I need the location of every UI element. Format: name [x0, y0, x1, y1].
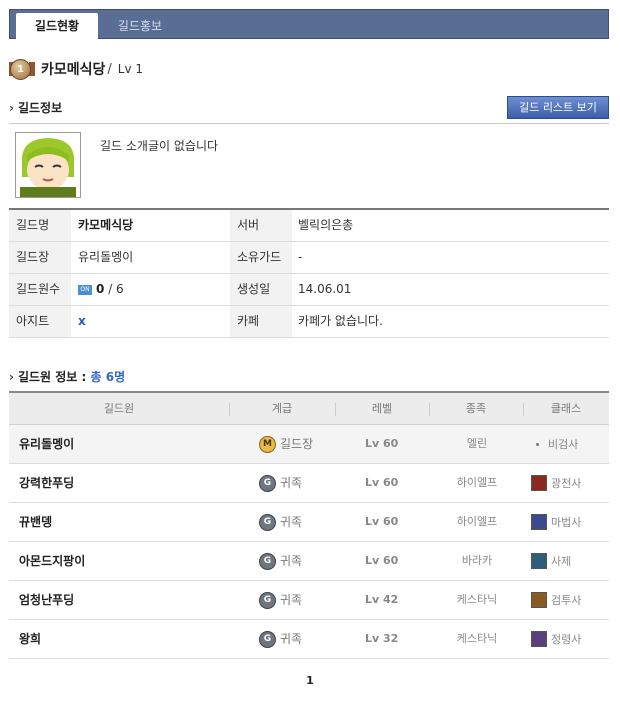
- member-level: Lv 32: [365, 632, 399, 645]
- member-class: 사제: [531, 542, 571, 580]
- col-header-race: 종족: [465, 402, 487, 415]
- guild-title-separator: /: [107, 61, 112, 77]
- col-header-level: 레벨: [371, 402, 393, 415]
- label-server: 서버: [230, 210, 292, 241]
- noble-rank-icon: G: [259, 630, 276, 648]
- tab-guild-promotion[interactable]: 길드홍보: [102, 13, 178, 40]
- member-rank: G 귀족: [259, 503, 302, 541]
- value-agit: x: [78, 314, 86, 328]
- value-server: 벨릭의은총: [298, 218, 354, 232]
- member-level: Lv 60: [365, 476, 399, 489]
- member-name[interactable]: 뀨밴뎅: [19, 503, 52, 541]
- table-row[interactable]: 왕희 G 귀족 Lv 32 케스타닉 정령사: [9, 620, 609, 659]
- col-header-member: 길드원: [103, 402, 135, 415]
- pagination: 1: [0, 674, 620, 687]
- member-table-header: 길드원 계급 레벨 종족 클래스: [9, 393, 609, 425]
- chevron-right-icon: ›: [9, 101, 14, 115]
- member-level: Lv 60: [365, 437, 399, 450]
- guild-master-icon: M: [259, 435, 276, 453]
- member-name[interactable]: 왕희: [19, 620, 41, 658]
- guild-name: 카모메식당: [41, 62, 106, 78]
- chevron-right-icon: ›: [9, 370, 14, 384]
- members-heading: › 길드원 정보 : 총 6명: [9, 370, 126, 384]
- noble-rank-icon: G: [259, 591, 276, 609]
- guild-title: 1 카모메식당 / Lv 1: [9, 58, 143, 80]
- label-created-date: 생성일: [230, 274, 292, 305]
- member-name[interactable]: 엄청난푸딩: [19, 581, 74, 619]
- guild-list-button[interactable]: 길드 리스트 보기: [507, 96, 609, 119]
- member-race: 하이엘프: [456, 515, 498, 528]
- member-class: 정령사: [531, 620, 581, 658]
- member-name[interactable]: 유리돌멩이: [19, 425, 74, 463]
- member-race: 케스타닉: [456, 593, 498, 606]
- guild-rank-medal-icon: 1: [9, 58, 35, 80]
- label-member-count: 길드원수: [9, 274, 71, 305]
- warrior-class-icon: [531, 592, 547, 608]
- col-header-rank: 계급: [271, 402, 293, 415]
- label-agit: 아지트: [9, 306, 71, 337]
- tab-bar: 길드현황 길드홍보: [9, 9, 609, 40]
- online-count: 0: [96, 282, 105, 296]
- member-class: 비검사: [531, 425, 578, 463]
- member-rank: G 귀족: [259, 542, 302, 580]
- value-owned-guard: -: [298, 250, 303, 264]
- member-total-count: 총 6명: [90, 370, 126, 384]
- value-guild-leader: 유리돌멩이: [78, 250, 134, 264]
- member-level: Lv 60: [365, 515, 399, 528]
- member-level: Lv 60: [365, 554, 399, 567]
- member-rank: G 귀족: [259, 581, 302, 619]
- noble-rank-icon: G: [259, 552, 276, 570]
- label-owned-guard: 소유가드: [230, 242, 292, 273]
- member-class: 검투사: [531, 581, 581, 619]
- guild-level: Lv 1: [117, 62, 144, 76]
- member-name[interactable]: 아몬드지팡이: [19, 542, 85, 580]
- member-race: 바라카: [461, 554, 493, 567]
- member-level: Lv 42: [365, 593, 399, 606]
- tab-guild-status[interactable]: 길드현황: [16, 13, 98, 40]
- label-guild-leader: 길드장: [9, 242, 71, 273]
- member-table: 길드원 계급 레벨 종족 클래스 유리돌멩이 M 길드장 Lv 60 엘린 비검사…: [9, 391, 609, 659]
- member-rank: M 길드장: [259, 425, 313, 463]
- guild-intro-text: 길드 소개글이 없습니다: [100, 139, 219, 153]
- value-member-count: ON 0 / 6: [78, 274, 124, 305]
- table-row[interactable]: 엄청난푸딩 G 귀족 Lv 42 케스타닉 검투사: [9, 581, 609, 620]
- total-count: / 6: [108, 282, 124, 296]
- info-row-members: 길드원수 ON 0 / 6 생성일 14.06.01: [9, 274, 609, 306]
- info-row-leader: 길드장 유리돌멩이 소유가드 -: [9, 242, 609, 274]
- guild-info-heading: › 길드정보: [9, 101, 63, 115]
- table-row[interactable]: 뀨밴뎅 G 귀족 Lv 60 하이엘프 마법사: [9, 503, 609, 542]
- member-race: 하이엘프: [456, 476, 498, 489]
- online-badge-icon: ON: [78, 284, 92, 295]
- table-row[interactable]: 아몬드지팡이 G 귀족 Lv 60 바라카 사제: [9, 542, 609, 581]
- noble-rank-icon: G: [259, 474, 276, 492]
- member-name[interactable]: 강력한푸딩: [19, 464, 74, 502]
- member-race: 엘린: [466, 437, 488, 450]
- bullet-icon: [536, 442, 539, 446]
- member-rank: G 귀족: [259, 620, 302, 658]
- berserker-class-icon: [531, 475, 547, 491]
- label-cafe: 카페: [230, 306, 292, 337]
- info-row-agit: 아지트 x 카페 카페가 없습니다.: [9, 306, 609, 338]
- page-number-current[interactable]: 1: [306, 674, 314, 687]
- divider: [9, 123, 609, 124]
- info-row-name: 길드명 카모메식당 서버 벨릭의은총: [9, 210, 609, 242]
- member-class: 광전사: [531, 464, 581, 502]
- guild-emblem-avatar: [15, 132, 81, 198]
- value-cafe: 카페가 없습니다.: [298, 314, 383, 328]
- value-created-date: 14.06.01: [298, 282, 352, 296]
- value-guild-name: 카모메식당: [78, 218, 134, 232]
- member-race: 케스타닉: [456, 632, 498, 645]
- priest-class-icon: [531, 553, 547, 569]
- col-header-class: 클래스: [550, 402, 582, 415]
- sorcerer-class-icon: [531, 514, 547, 530]
- guild-info-table: 길드명 카모메식당 서버 벨릭의은총 길드장 유리돌멩이 소유가드 - 길드원수…: [9, 208, 609, 338]
- member-rank: G 귀족: [259, 464, 302, 502]
- member-class: 마법사: [531, 503, 581, 541]
- table-row[interactable]: 유리돌멩이 M 길드장 Lv 60 엘린 비검사: [9, 425, 609, 464]
- table-row[interactable]: 강력한푸딩 G 귀족 Lv 60 하이엘프 광전사: [9, 464, 609, 503]
- label-guild-name: 길드명: [9, 210, 71, 241]
- noble-rank-icon: G: [259, 513, 276, 531]
- mystic-class-icon: [531, 631, 547, 647]
